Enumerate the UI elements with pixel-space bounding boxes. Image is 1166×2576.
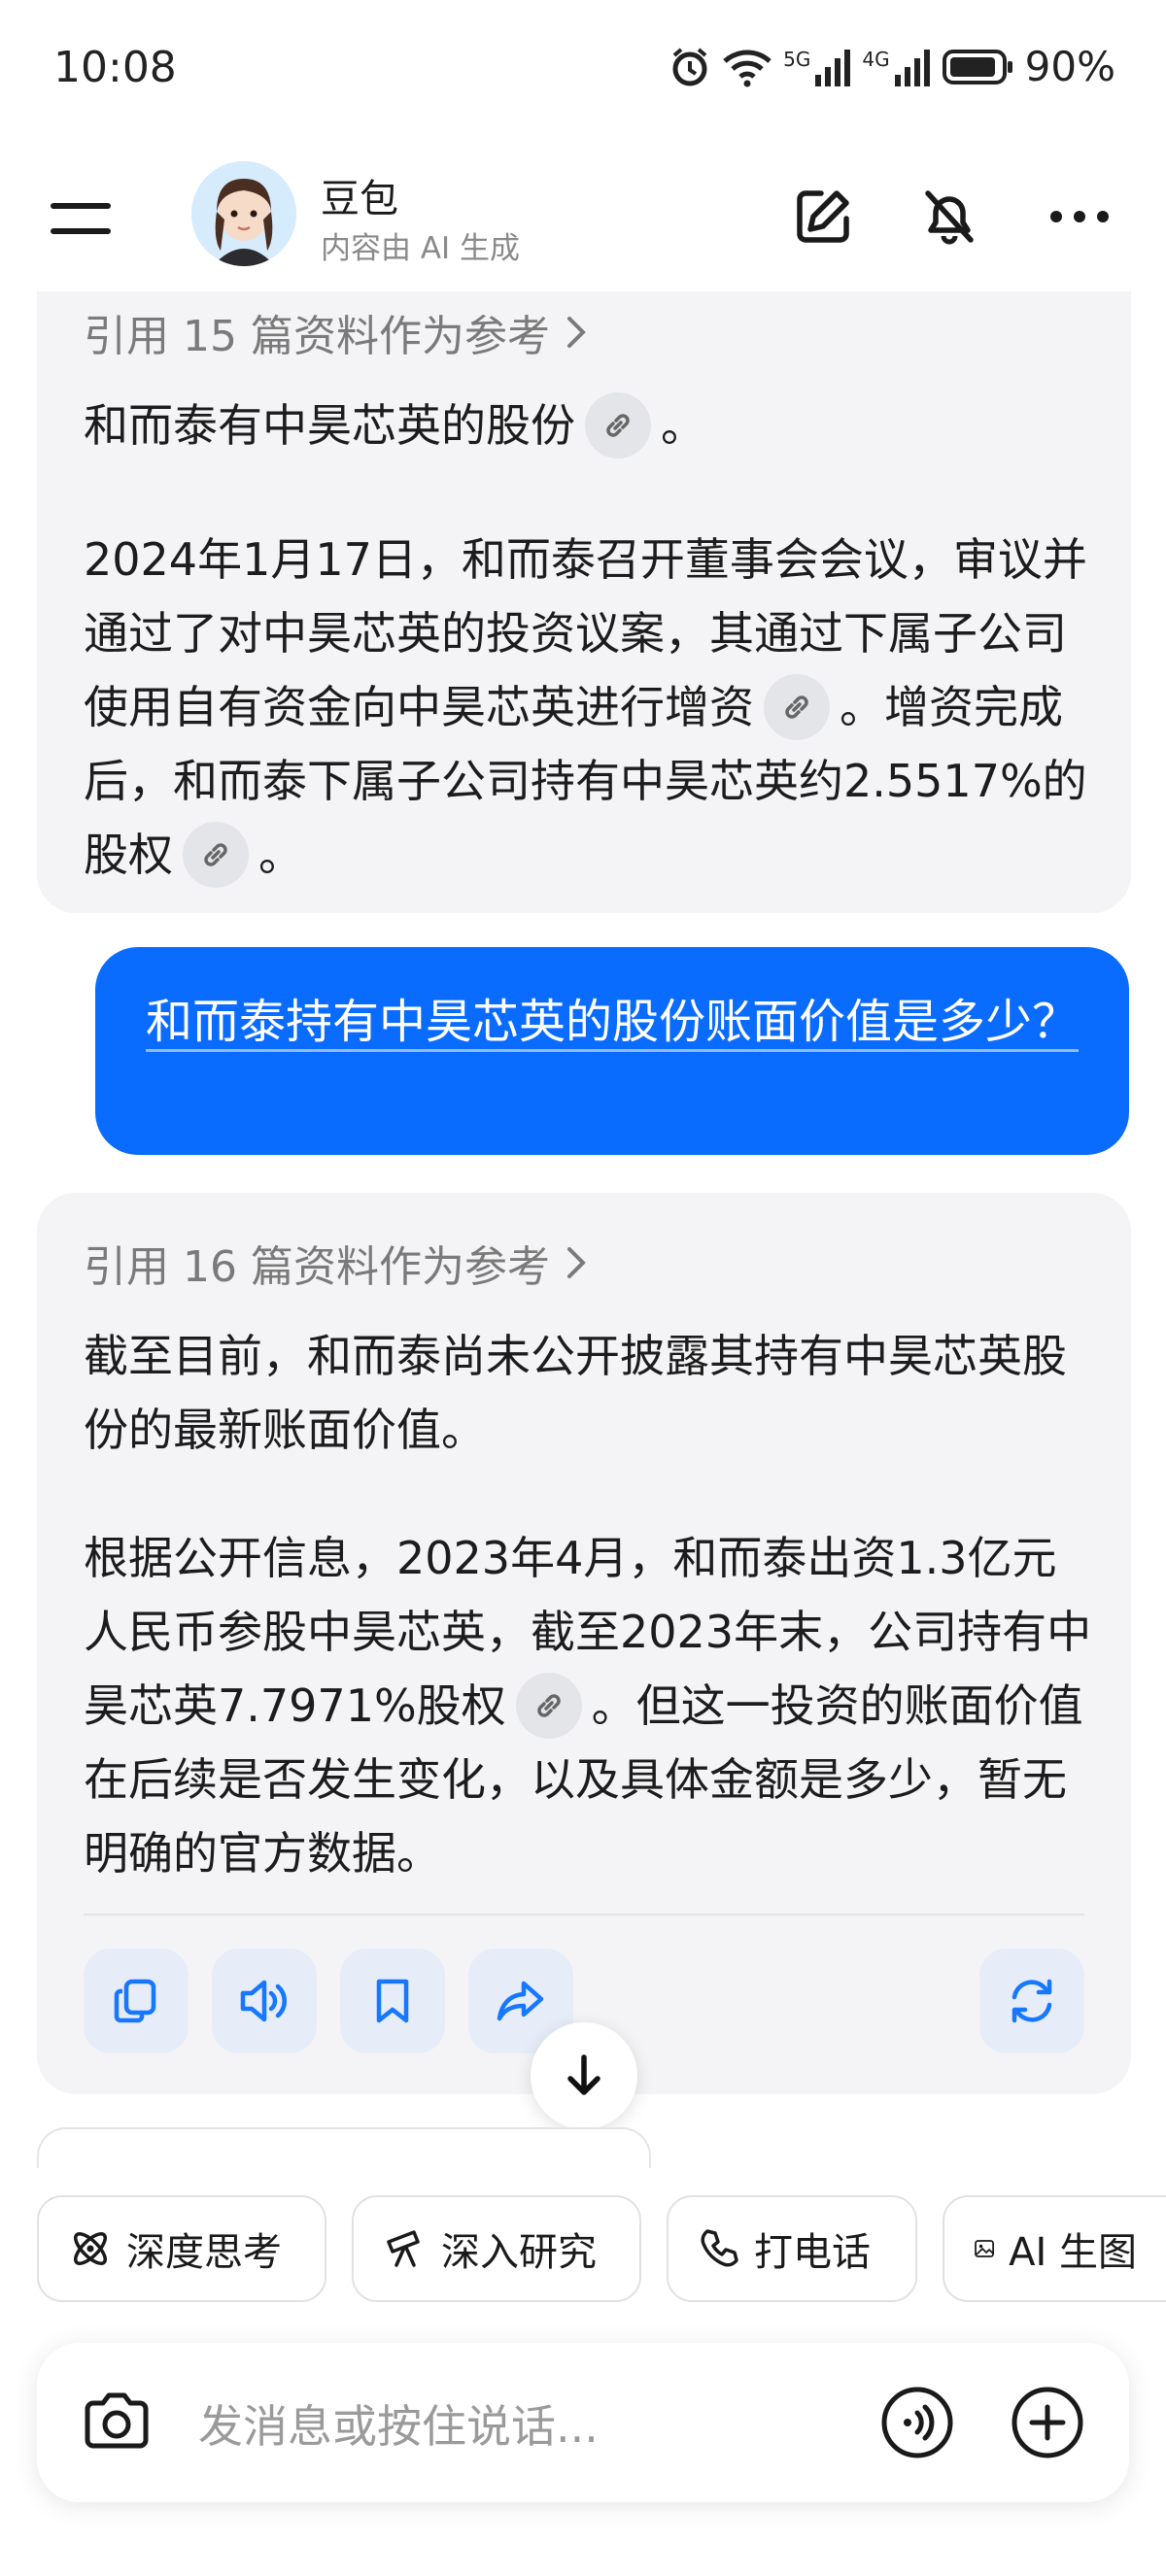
wifi-icon bbox=[721, 46, 773, 88]
scroll-to-bottom-button[interactable] bbox=[531, 2022, 637, 2129]
message-input-bar: 发消息或按住说话... bbox=[37, 2343, 1129, 2502]
ai-message: 引用 16 篇资料作为参考 截至目前，和而泰尚未公开披露其持有中昊芯英股份的最新… bbox=[37, 1193, 1131, 2094]
voice-icon bbox=[881, 2387, 953, 2458]
bot-name: 豆包 bbox=[321, 177, 398, 221]
copy-button[interactable] bbox=[84, 1949, 189, 2053]
chevron-right-icon bbox=[566, 1247, 586, 1278]
user-message-text: 和而泰持有中昊芯英的股份账面价值是多少？ bbox=[146, 995, 1080, 1052]
ai-generated-note: 内容由 AI 生成 bbox=[321, 231, 521, 266]
edit-icon bbox=[797, 190, 849, 243]
alarm-icon bbox=[669, 46, 711, 88]
chevron-right-icon bbox=[566, 317, 586, 348]
battery-icon bbox=[942, 48, 1015, 86]
references-link[interactable]: 引用 16 篇资料作为参考 bbox=[84, 1232, 589, 1294]
phone-icon bbox=[701, 2229, 738, 2267]
regenerate-button[interactable] bbox=[979, 1949, 1084, 2053]
image-icon bbox=[975, 2240, 994, 2257]
status-icons: 5G 4G 90% bbox=[669, 43, 1115, 90]
ai-message: 引用 15 篇资料作为参考 和而泰有中昊芯英的股份。 2024年1月17日，和而… bbox=[37, 291, 1131, 913]
user-message[interactable]: 和而泰持有中昊芯英的股份账面价值是多少？ bbox=[95, 947, 1129, 1155]
signal-4g-icon: 4G bbox=[862, 48, 931, 86]
chip-ai-image[interactable]: AI 生图 bbox=[943, 2195, 1166, 2302]
message-paragraph: 和而泰有中昊芯英的股份。 bbox=[84, 389, 1094, 462]
telescope-icon bbox=[387, 2230, 420, 2267]
status-bar: 10:08 5G 4G 90% bbox=[0, 0, 1166, 146]
bookmark-button[interactable] bbox=[340, 1949, 445, 2053]
status-time: 10:08 bbox=[53, 43, 177, 92]
signal-5g-icon: 5G bbox=[783, 48, 852, 86]
edit-button[interactable] bbox=[787, 181, 859, 253]
mute-button[interactable] bbox=[913, 181, 985, 253]
citation-link-icon[interactable] bbox=[183, 821, 249, 888]
battery-percent: 90% bbox=[1024, 43, 1115, 90]
menu-button[interactable] bbox=[51, 185, 119, 253]
more-button[interactable] bbox=[1044, 181, 1115, 253]
divider bbox=[84, 1914, 1084, 1915]
mute-icon bbox=[925, 190, 974, 245]
menu-icon bbox=[51, 203, 111, 209]
message-input[interactable]: 发消息或按住说话... bbox=[198, 2391, 599, 2456]
camera-icon bbox=[85, 2392, 149, 2449]
message-paragraph: 根据公开信息，2023年4月，和而泰出资1.3亿元人民币参股中昊芯英，截至202… bbox=[84, 1532, 1092, 1880]
plus-icon bbox=[1012, 2387, 1083, 2458]
camera-button[interactable] bbox=[78, 2384, 155, 2465]
bookmark-icon bbox=[376, 1979, 409, 2023]
citation-link-icon[interactable] bbox=[585, 391, 651, 458]
speaker-icon bbox=[240, 1980, 288, 2022]
share-icon bbox=[497, 1981, 544, 2021]
chip-deep-research[interactable]: 深入研究 bbox=[352, 2195, 641, 2302]
avatar[interactable] bbox=[191, 161, 296, 266]
add-button[interactable] bbox=[1009, 2384, 1086, 2465]
atom-icon bbox=[74, 2232, 107, 2265]
message-paragraph: 截至目前，和而泰尚未公开披露其持有中昊芯英股份的最新账面价值。 bbox=[84, 1330, 1067, 1456]
read-aloud-button[interactable] bbox=[212, 1949, 317, 2053]
chat-header: 豆包 内容由 AI 生成 bbox=[0, 146, 1166, 291]
references-link[interactable]: 引用 15 篇资料作为参考 bbox=[84, 301, 589, 363]
suggestion-card-partial bbox=[37, 2127, 651, 2168]
arrow-down-icon bbox=[567, 2054, 600, 2095]
chip-deep-thinking[interactable]: 深度思考 bbox=[37, 2195, 326, 2302]
chip-phone-call[interactable]: 打电话 bbox=[667, 2195, 917, 2302]
message-paragraph: 2024年1月17日，和而泰召开董事会会议，审议并通过了对中昊芯英的投资议案，其… bbox=[84, 523, 1094, 892]
voice-call-button[interactable] bbox=[878, 2384, 956, 2465]
refresh-icon bbox=[1012, 1979, 1052, 2023]
citation-link-icon[interactable] bbox=[515, 1672, 582, 1739]
copy-icon bbox=[114, 1979, 156, 2023]
more-icon bbox=[1050, 211, 1109, 222]
citation-link-icon[interactable] bbox=[764, 673, 830, 740]
